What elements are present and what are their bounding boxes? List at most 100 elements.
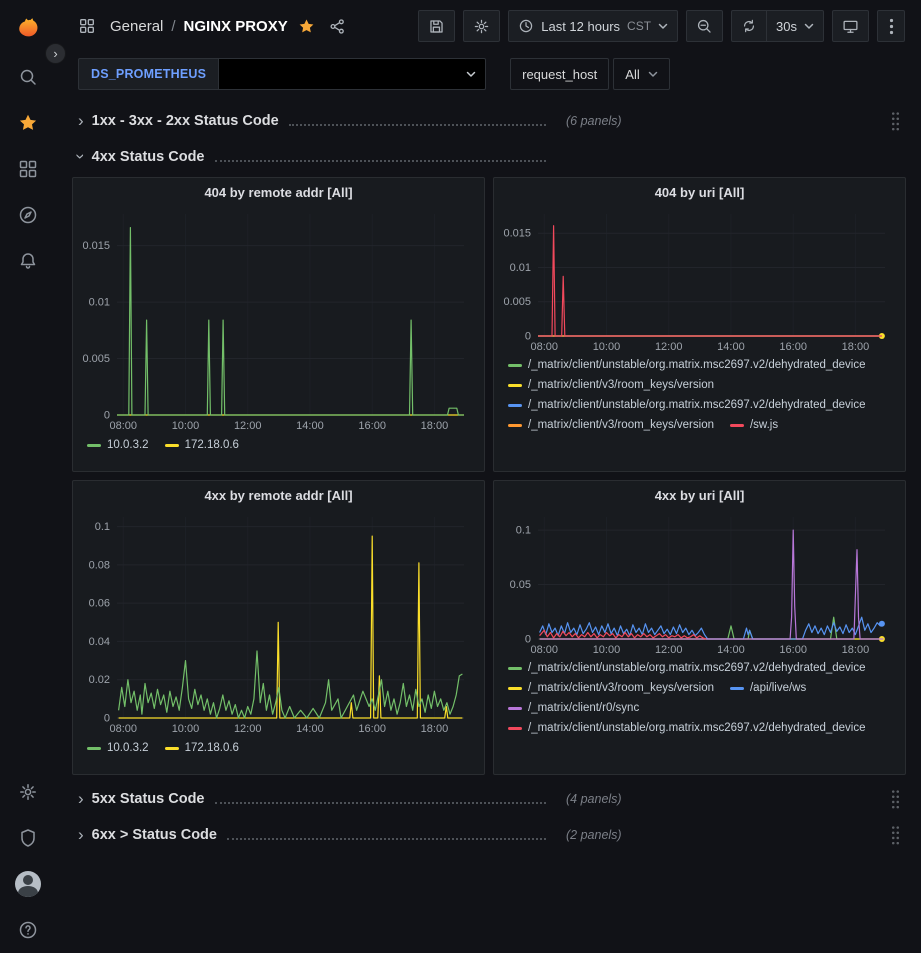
monitor-icon bbox=[842, 18, 859, 35]
time-range-label: Last 12 hours bbox=[541, 19, 620, 34]
legend-item[interactable]: 172.18.0.6 bbox=[165, 439, 239, 451]
row-title: 4xx Status Code bbox=[92, 149, 205, 165]
row-header-4xx[interactable]: › 4xx Status Code bbox=[72, 143, 906, 171]
svg-text:12:00: 12:00 bbox=[234, 723, 262, 735]
svg-text:16:00: 16:00 bbox=[779, 341, 807, 353]
series-color-swatch bbox=[508, 364, 522, 367]
panel-title[interactable]: 4xx by uri [All] bbox=[494, 481, 905, 509]
svg-text:18:00: 18:00 bbox=[842, 341, 870, 353]
series-color-swatch bbox=[508, 667, 522, 670]
chart-area[interactable]: 08:0010:0012:0014:0016:0018:0000.0050.01… bbox=[81, 206, 476, 433]
series-name: /api/live/ws bbox=[750, 682, 806, 694]
svg-text:0: 0 bbox=[104, 410, 110, 422]
breadcrumb-folder[interactable]: General bbox=[110, 18, 163, 35]
series-name: /_matrix/client/unstable/org.matrix.msc2… bbox=[528, 399, 866, 411]
variable-label-text: request_host bbox=[522, 67, 597, 82]
time-range-picker[interactable]: Last 12 hours CST bbox=[508, 10, 678, 42]
sidebar-item-settings[interactable] bbox=[0, 769, 56, 815]
legend-item[interactable]: /_matrix/client/unstable/org.matrix.msc2… bbox=[508, 662, 866, 674]
sidebar-item-help[interactable] bbox=[0, 907, 56, 953]
share-icon[interactable] bbox=[329, 18, 346, 35]
panel-title[interactable]: 4xx by remote addr [All] bbox=[73, 481, 484, 509]
series-color-swatch bbox=[165, 444, 179, 447]
legend-item[interactable]: /_matrix/client/v3/room_keys/version bbox=[508, 682, 714, 694]
row-header-5xx[interactable]: › 5xx Status Code (4 panels) bbox=[72, 785, 906, 813]
zoom-out-button[interactable] bbox=[686, 10, 723, 42]
submenu-variables: DS_PROMETHEUS request_host All bbox=[56, 52, 921, 99]
legend-item[interactable]: /_matrix/client/v3/room_keys/version bbox=[508, 379, 714, 391]
series-name: /_matrix/client/v3/room_keys/version bbox=[528, 682, 714, 694]
dashboard-title[interactable]: NGINX PROXY bbox=[184, 18, 288, 35]
variable-label-request-host: request_host bbox=[510, 58, 609, 90]
tv-mode-button[interactable] bbox=[832, 10, 869, 42]
row-drag-handle[interactable] bbox=[891, 825, 900, 846]
variable-value-text: All bbox=[625, 67, 639, 82]
legend-item[interactable]: /api/live/ws bbox=[730, 682, 806, 694]
save-icon bbox=[428, 18, 445, 35]
panel-404-by-uri: 404 by uri [All] 08:0010:0012:0014:0016:… bbox=[493, 177, 906, 472]
zoom-out-icon bbox=[696, 18, 713, 35]
series-color-swatch bbox=[508, 727, 522, 730]
apps-icon[interactable] bbox=[78, 17, 96, 35]
legend-item[interactable]: /_matrix/client/v3/room_keys/version bbox=[508, 419, 714, 431]
refresh-interval-dropdown[interactable]: 30s bbox=[767, 10, 824, 42]
sidebar-expand-button[interactable]: › bbox=[45, 43, 66, 64]
series-name: /_matrix/client/v3/room_keys/version bbox=[528, 419, 714, 431]
chart-area[interactable]: 08:0010:0012:0014:0016:0018:0000.050.1 bbox=[502, 509, 897, 657]
refresh-interval-label: 30s bbox=[776, 19, 797, 34]
row-drag-handle[interactable] bbox=[891, 789, 900, 810]
svg-text:16:00: 16:00 bbox=[779, 644, 807, 656]
panel-title[interactable]: 404 by remote addr [All] bbox=[73, 178, 484, 206]
sidebar-item-alerting[interactable] bbox=[0, 238, 56, 284]
svg-text:0.01: 0.01 bbox=[89, 297, 110, 309]
sidebar-item-profile[interactable] bbox=[0, 861, 56, 907]
save-dashboard-button[interactable] bbox=[418, 10, 455, 42]
variable-label-datasource: DS_PROMETHEUS bbox=[78, 58, 218, 90]
variable-value-datasource[interactable] bbox=[218, 58, 486, 90]
dashboards-grid-icon bbox=[18, 159, 38, 179]
legend-item[interactable]: /_matrix/client/unstable/org.matrix.msc2… bbox=[508, 359, 866, 371]
chevron-right-icon: › bbox=[78, 112, 84, 129]
variable-value-request-host[interactable]: All bbox=[613, 58, 669, 90]
svg-text:14:00: 14:00 bbox=[717, 341, 745, 353]
svg-text:16:00: 16:00 bbox=[358, 723, 386, 735]
chevron-right-icon: › bbox=[78, 826, 84, 843]
chart-area[interactable]: 08:0010:0012:0014:0016:0018:0000.0050.01… bbox=[502, 206, 897, 354]
legend-item[interactable]: 10.0.3.2 bbox=[87, 439, 149, 451]
panel-title[interactable]: 404 by uri [All] bbox=[494, 178, 905, 206]
kebab-menu-button[interactable] bbox=[877, 10, 905, 42]
sidebar-item-server-admin[interactable] bbox=[0, 815, 56, 861]
refresh-icon bbox=[741, 18, 757, 34]
refresh-button[interactable] bbox=[731, 10, 767, 42]
favorite-star-icon[interactable] bbox=[298, 18, 315, 35]
timeseries-plot[interactable]: 08:0010:0012:0014:0016:0018:0000.020.040… bbox=[81, 509, 476, 736]
gear-icon bbox=[18, 782, 38, 802]
chevron-down-icon bbox=[658, 23, 668, 30]
timeseries-plot[interactable]: 08:0010:0012:0014:0016:0018:0000.0050.01… bbox=[81, 206, 476, 433]
legend-item[interactable]: 10.0.3.2 bbox=[87, 742, 149, 754]
chart-area[interactable]: 08:0010:0012:0014:0016:0018:0000.020.040… bbox=[81, 509, 476, 736]
dotted-leader bbox=[289, 124, 546, 126]
svg-text:0.015: 0.015 bbox=[503, 228, 531, 240]
legend-item[interactable]: /_matrix/client/unstable/org.matrix.msc2… bbox=[508, 399, 866, 411]
row-header-1xx-3xx-2xx[interactable]: › 1xx - 3xx - 2xx Status Code (6 panels) bbox=[72, 107, 906, 135]
sidebar-item-starred[interactable] bbox=[0, 100, 56, 146]
timeseries-plot[interactable]: 08:0010:0012:0014:0016:0018:0000.0050.01… bbox=[502, 206, 897, 354]
row-drag-handle[interactable] bbox=[891, 111, 900, 132]
legend-item[interactable]: 172.18.0.6 bbox=[165, 742, 239, 754]
dashboard-body: › 1xx - 3xx - 2xx Status Code (6 panels)… bbox=[56, 107, 921, 849]
svg-text:0: 0 bbox=[525, 331, 531, 343]
svg-text:0.04: 0.04 bbox=[89, 636, 110, 648]
sidebar-item-explore[interactable] bbox=[0, 192, 56, 238]
panel-grid: 404 by remote addr [All] 08:0010:0012:00… bbox=[72, 177, 906, 775]
legend-item[interactable]: /_matrix/client/unstable/org.matrix.msc2… bbox=[508, 722, 866, 734]
chevron-right-icon: › bbox=[78, 790, 84, 807]
panel-count: (4 panels) bbox=[566, 792, 622, 806]
svg-text:0.08: 0.08 bbox=[89, 559, 110, 571]
sidebar-item-dashboards[interactable] bbox=[0, 146, 56, 192]
row-header-6xx[interactable]: › 6xx > Status Code (2 panels) bbox=[72, 821, 906, 849]
legend-item[interactable]: /sw.js bbox=[730, 419, 778, 431]
timeseries-plot[interactable]: 08:0010:0012:0014:0016:0018:0000.050.1 bbox=[502, 509, 897, 657]
dashboard-settings-button[interactable] bbox=[463, 10, 500, 42]
legend-item[interactable]: /_matrix/client/r0/sync bbox=[508, 702, 639, 714]
